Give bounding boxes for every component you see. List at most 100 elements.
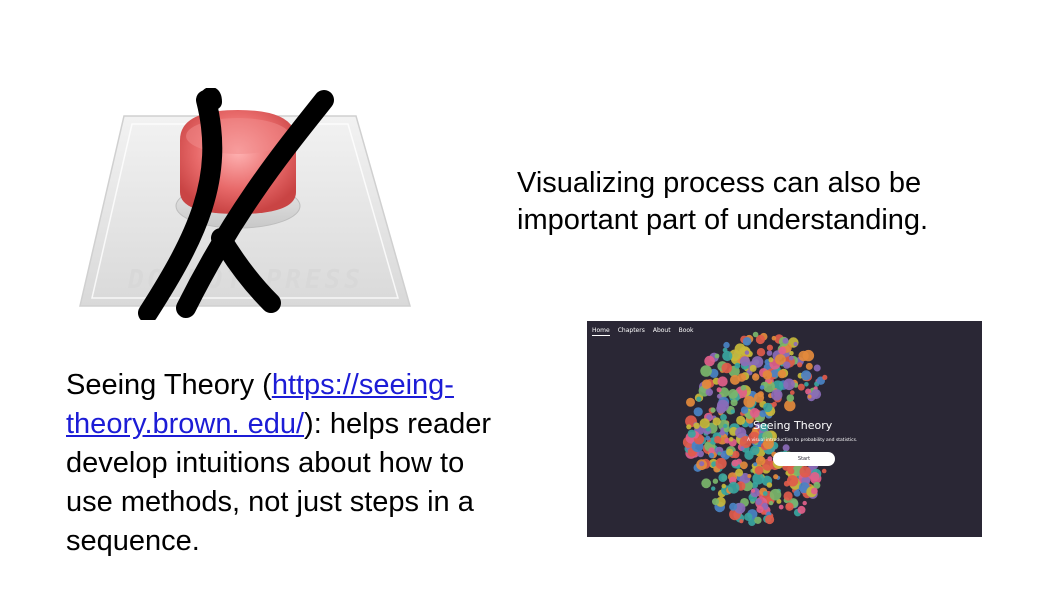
nav-chapters[interactable]: Chapters [618,327,645,336]
decorative-dot [716,387,722,393]
statement-line-2: important part of understanding. [517,204,929,236]
decorative-dot [810,472,820,482]
decorative-dot [804,382,809,387]
decorative-dot [734,362,741,369]
decorative-dot [717,376,728,387]
decorative-dot [790,390,795,395]
decorative-dot [762,370,773,380]
decorative-dot [736,415,746,425]
decorative-dot [763,402,773,413]
decorative-dot [699,418,710,429]
decorative-dot [821,468,827,474]
decorative-dot [737,373,747,382]
decorative-dot [797,505,806,514]
decorative-dot [718,473,728,482]
decorative-dot [754,466,764,475]
decorative-dot [768,500,774,506]
decorative-dot [687,429,696,438]
decorative-dot [743,395,756,408]
decorative-dot [782,337,789,344]
decorative-dot [735,468,744,477]
decorative-dot [700,365,712,377]
decorative-dot [767,456,773,462]
decorative-dot [705,388,713,396]
decorative-dot [766,344,773,351]
decorative-dot [693,407,703,417]
decorative-dot [797,362,803,368]
decorative-dot [723,341,730,349]
decorative-dot [773,474,779,480]
nav-book[interactable]: Book [679,327,694,336]
decorative-dot [783,361,791,369]
decorative-dot [713,436,722,444]
decorative-dot [752,331,759,338]
decorative-dot [740,446,745,451]
decorative-dot [798,350,809,362]
decorative-dot [793,490,801,497]
decorative-dot [787,467,795,475]
decorative-dot [785,502,794,511]
description-prefix: Seeing Theory ( [66,369,272,401]
decorative-dot [731,459,739,467]
seeing-theory-website-screenshot: Home Chapters About Book Seeing Theory A… [587,321,982,537]
decorative-dot [771,335,777,341]
decorative-dot [805,362,813,370]
decorative-dot [715,457,727,470]
decorative-dot [686,424,692,430]
decorative-dot [739,519,744,524]
decorative-dot [777,369,787,379]
seeing-theory-link-part-1[interactable]: https://seeing- [272,369,454,401]
decorative-dot [716,403,726,414]
decorative-dot [768,357,774,363]
start-button[interactable]: Start [773,452,835,466]
nav-home[interactable]: Home [592,327,610,336]
decorative-dot [766,482,773,488]
decorative-dot [765,514,775,525]
decorative-dot [686,397,695,407]
decorative-dot [696,396,702,402]
decorative-dot [747,474,752,478]
description-suffix: ): helps reader [304,408,492,440]
decorative-dot [751,488,756,493]
site-nav: Home Chapters About Book [592,327,694,336]
decorative-dot [759,385,765,390]
decorative-dot [744,350,750,355]
decorative-dot [750,445,760,456]
decorative-dot [740,461,748,470]
decorative-dot [730,399,738,407]
decorative-dot [813,364,821,372]
decorative-dot [710,407,716,413]
decorative-dot [793,341,798,347]
decorative-dot [719,430,725,436]
decorative-dot [726,448,734,456]
nav-about[interactable]: About [653,327,671,336]
decorative-dot [783,491,793,501]
decorative-dot [769,488,782,501]
decorative-dot [712,478,719,484]
decorative-dot [788,355,794,361]
slide: DO NOT PRESS Visualizing process can als… [0,0,1058,595]
decorative-dot [799,466,811,478]
statement-line-1: Visualizing process can also be [517,167,922,199]
seeing-theory-link-part-2[interactable]: theory.brown. edu/ [66,408,304,440]
decorative-dot [756,505,764,514]
decorative-dot [822,374,828,380]
decorative-dot [693,422,700,429]
decorative-dot [740,406,749,414]
decorative-dot [811,389,822,400]
decorative-dot [712,498,719,506]
decorative-dot [766,350,773,356]
decorative-dot [753,462,758,467]
decorative-dot [708,452,715,459]
decorative-dot [729,502,738,511]
decorative-dot [728,389,738,399]
decorative-dot [786,475,799,487]
decorative-dot [811,487,818,495]
seeing-theory-description: Seeing Theory (https://seeing- theory.br… [66,366,566,561]
decorative-dot [721,483,727,489]
decorative-dot [730,409,735,414]
decorative-dot [712,417,721,426]
description-line-2: theory.brown. edu/): helps reader [66,405,566,444]
decorative-dot [705,435,711,441]
crossed-out-red-button-icon: DO NOT PRESS [79,88,411,320]
